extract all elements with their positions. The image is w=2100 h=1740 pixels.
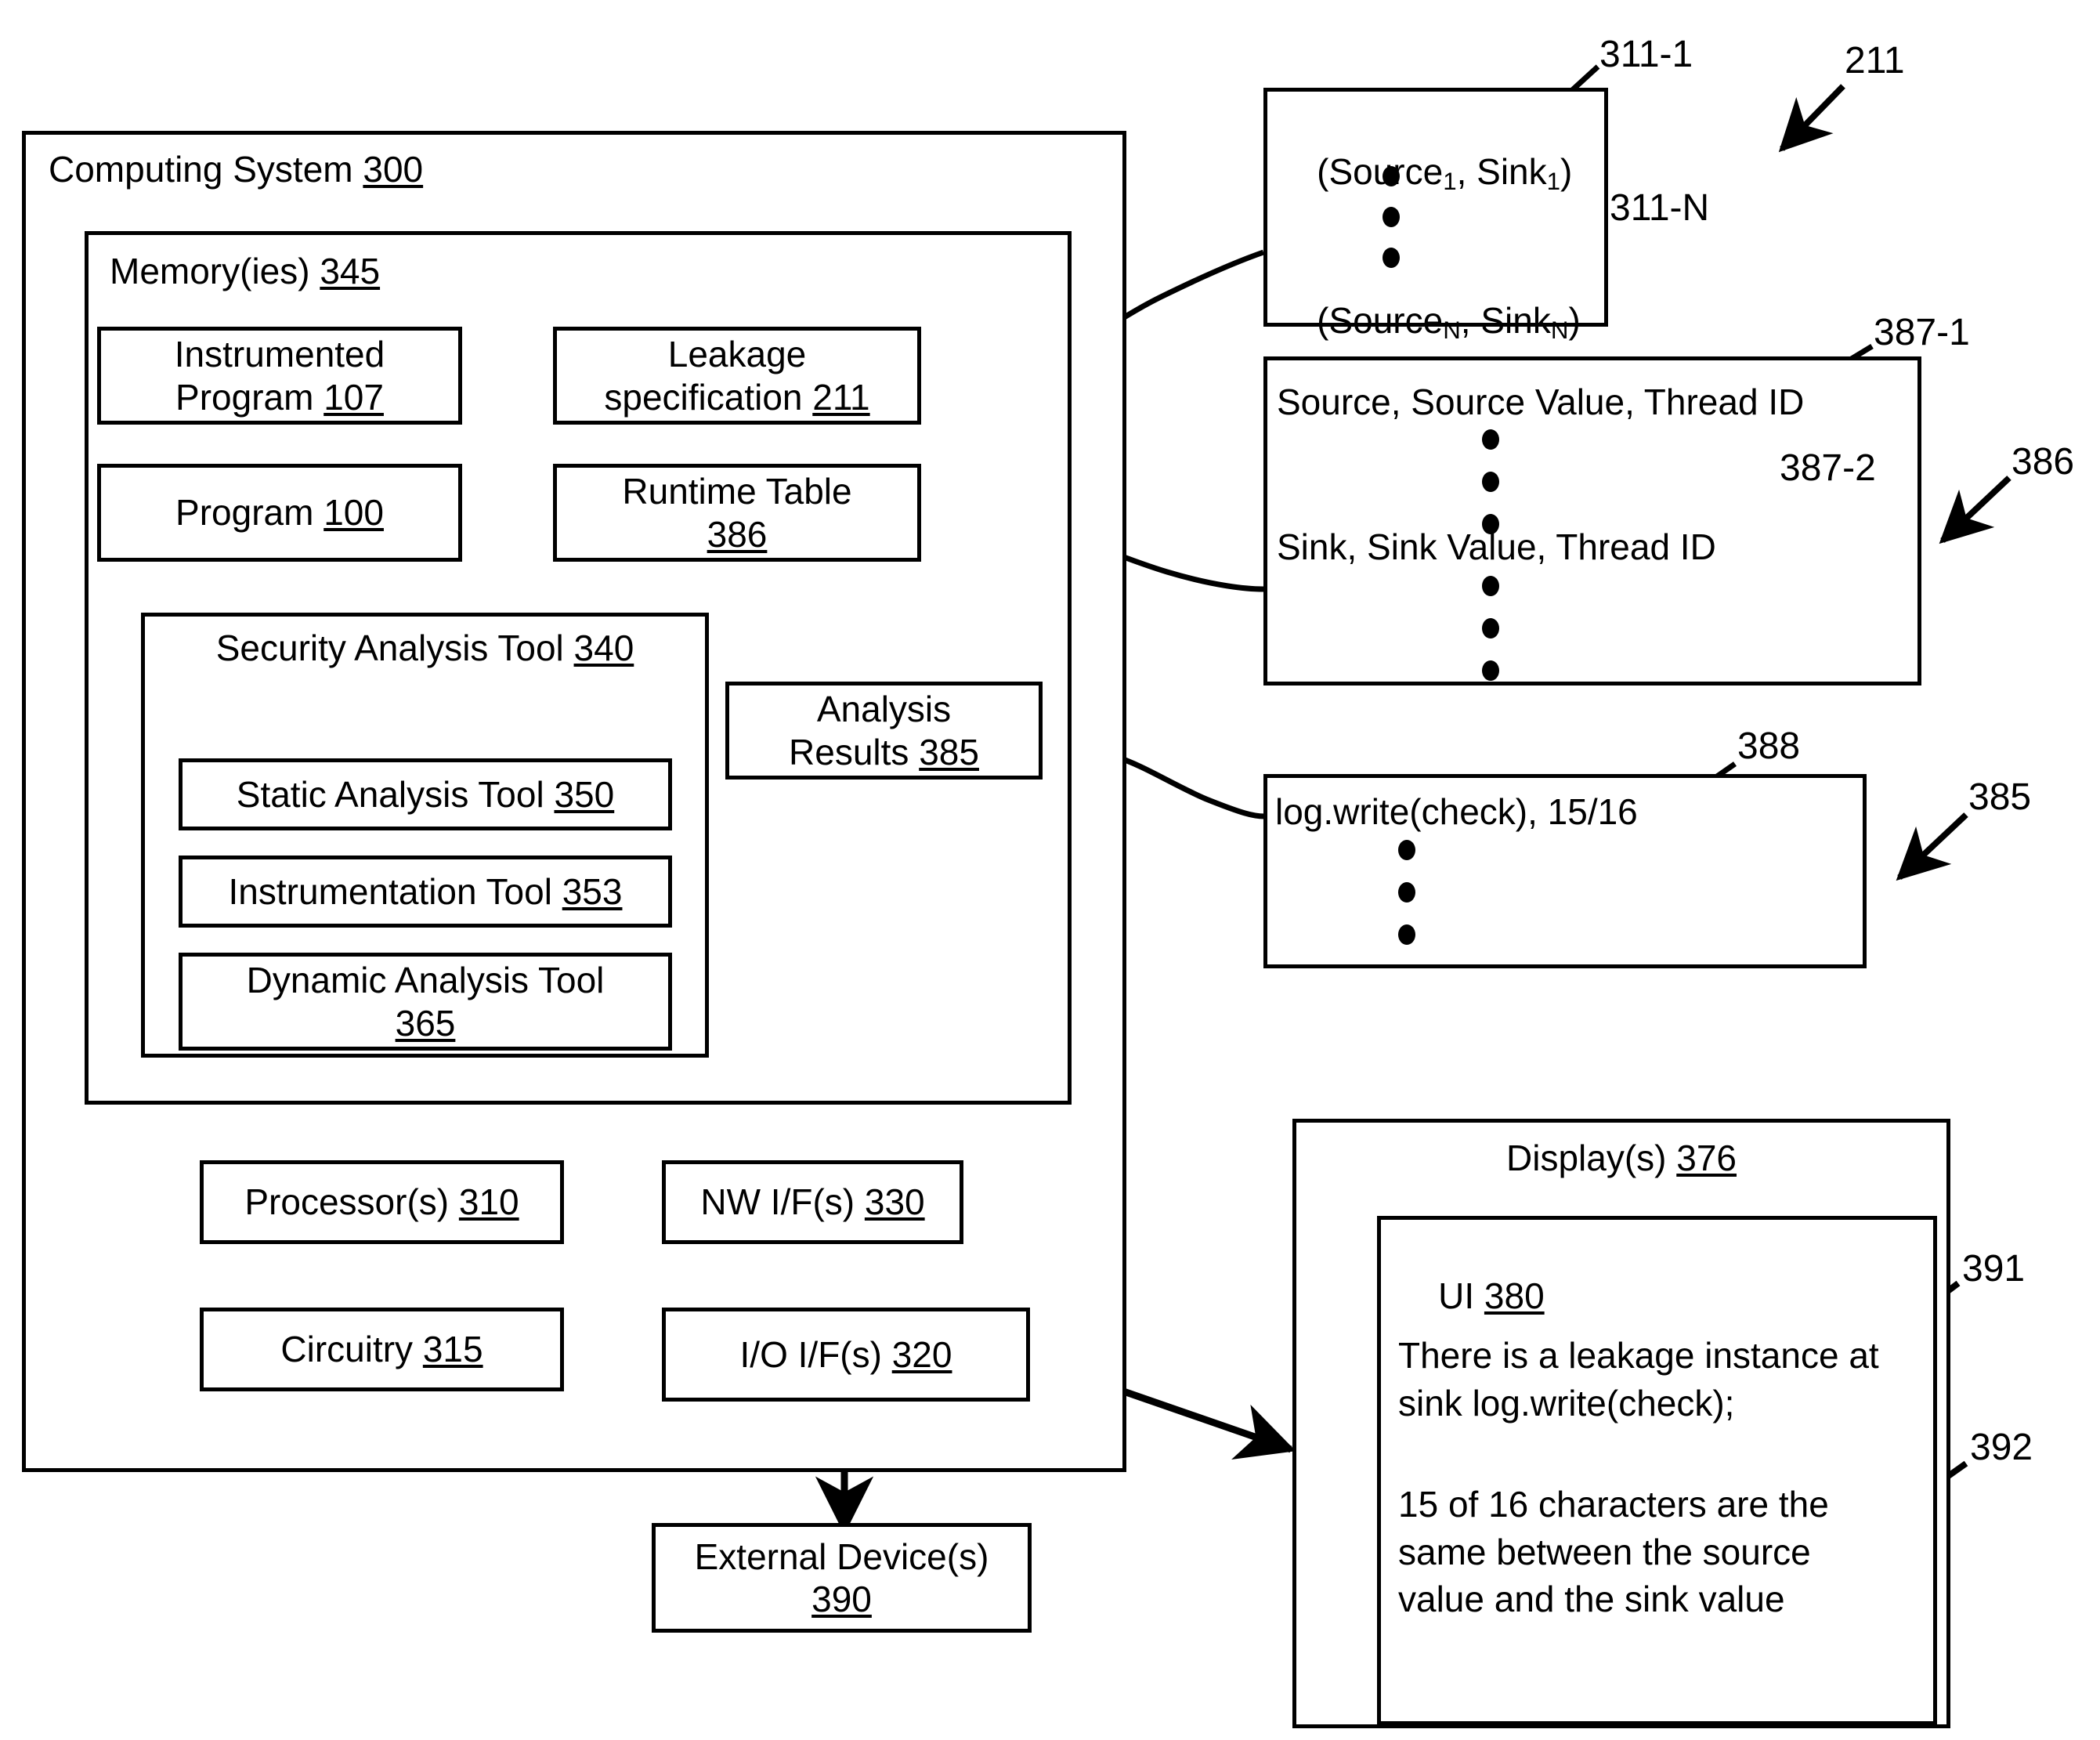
- ref-391: 391: [1962, 1248, 2026, 1290]
- nw-if-box: [662, 1160, 963, 1244]
- ref-392: 392: [1970, 1427, 2033, 1468]
- vertical-ellipsis-387-upper: [1482, 429, 1499, 534]
- analysis-results-box: [725, 682, 1043, 780]
- patent-figure: Computing System 300 Memory(ies) 345 Ins…: [0, 0, 2100, 1740]
- vertical-ellipsis-311: [1383, 166, 1400, 268]
- runtime-table-row-sink: Sink, Sink Value, Thread ID: [1277, 526, 1716, 567]
- ref-385-panel: 385: [1968, 776, 2032, 818]
- ref-388: 388: [1737, 725, 1801, 767]
- processor-box: [200, 1160, 564, 1244]
- instrumented-program-box: [97, 327, 462, 425]
- ref-386-panel: 386: [2011, 441, 2075, 483]
- ref-387-2: 387-2: [1780, 447, 1876, 489]
- dynamic-analysis-tool-box: [179, 953, 672, 1051]
- program-box: [97, 464, 462, 562]
- memory-label: Memory(ies) 345: [110, 251, 381, 291]
- vertical-ellipsis-387-lower: [1482, 576, 1499, 681]
- ref-387-1: 387-1: [1874, 312, 1970, 353]
- leader-arrow-385: [1896, 812, 1968, 881]
- static-analysis-tool-box: [179, 758, 672, 830]
- computing-system-label: Computing System 300: [49, 149, 424, 190]
- leakage-specification-box: [553, 327, 921, 425]
- leader-arrow-386: [1939, 476, 2011, 544]
- vertical-ellipsis-385: [1398, 840, 1415, 945]
- ref-311-N: 311-N: [1610, 187, 1710, 229]
- io-if-box: [662, 1308, 1030, 1402]
- instrumentation-tool-box: [179, 856, 672, 928]
- analysis-results-row: log.write(check), 15/16: [1275, 791, 1638, 832]
- ref-311-1: 311-1: [1599, 34, 1693, 75]
- leader-arrow-211: [1778, 84, 1845, 153]
- runtime-table-row-source: Source, Source Value, Thread ID: [1277, 382, 1805, 422]
- ui-message-character-match: 15 of 16 characters are the same between…: [1398, 1484, 1829, 1620]
- runtime-table-box: [553, 464, 921, 562]
- external-device-box: [652, 1523, 1032, 1633]
- source-sink-first-row: (Source1, Sink1): [1317, 151, 1573, 196]
- circuitry-box: [200, 1308, 564, 1391]
- ui-message-leakage-instance: There is a leakage instance at sink log.…: [1398, 1335, 1879, 1423]
- ref-211-panel: 211: [1845, 40, 1905, 81]
